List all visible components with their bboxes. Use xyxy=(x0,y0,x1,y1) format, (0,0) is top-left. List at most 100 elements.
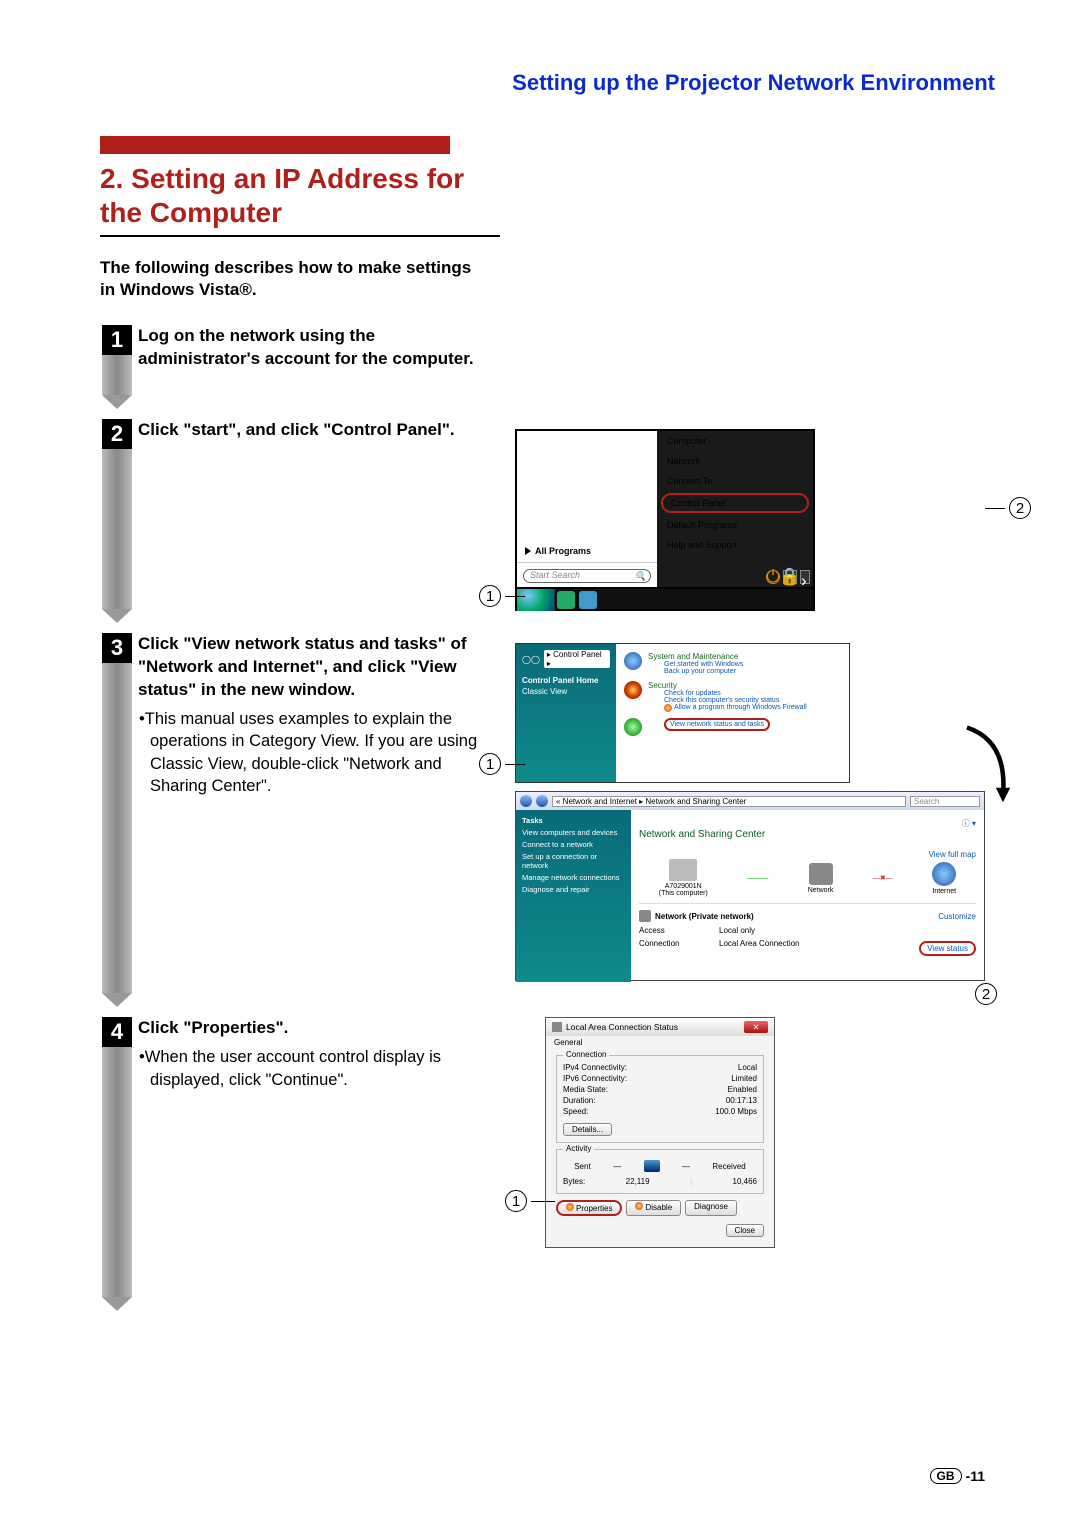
lan-speed-value: 100.0 Mbps xyxy=(715,1107,757,1116)
step-number: 3 xyxy=(102,633,132,663)
section-accent-bar xyxy=(100,136,450,154)
cp-category-system[interactable]: System and Maintenance xyxy=(648,652,743,661)
activity-icon xyxy=(644,1160,660,1172)
step-number: 4 xyxy=(102,1017,132,1047)
nsc-node-network: Network xyxy=(808,887,834,894)
page-number: -11 xyxy=(966,1468,985,1484)
lan-window-title: Local Area Connection Status xyxy=(566,1022,678,1032)
shield-mini-icon xyxy=(566,1203,574,1211)
close-icon[interactable]: ✕ xyxy=(744,1021,768,1033)
lock-icon[interactable]: 🔒 xyxy=(783,570,797,584)
intro-text: The following describes how to make sett… xyxy=(100,257,480,301)
section-number: 2. xyxy=(100,163,123,194)
address-bar[interactable]: « Network and Internet ▸ Network and Sha… xyxy=(552,796,906,807)
callout-1: 1 xyxy=(505,1190,527,1212)
step-badge-2: 2 xyxy=(100,419,134,623)
lan-tab-general[interactable]: General xyxy=(546,1036,774,1049)
start-search-input[interactable]: Start Search🔍 xyxy=(523,569,651,583)
computer-icon xyxy=(669,859,697,881)
startmenu-item-help[interactable]: Help and Support xyxy=(657,535,813,555)
system-icon xyxy=(624,652,642,670)
security-shield-icon xyxy=(624,681,642,699)
lan-close-button[interactable]: Close xyxy=(726,1224,764,1237)
all-programs-label[interactable]: All Programs xyxy=(535,546,591,556)
lan-sent-label: Sent xyxy=(574,1162,590,1171)
step-number: 1 xyxy=(102,325,132,355)
nsc-title: Network and Sharing Center xyxy=(639,829,976,840)
step-4-text: Click "Properties". xyxy=(138,1017,500,1040)
lan-ipv6-value: Limited xyxy=(731,1074,757,1083)
control-panel-screenshot: ◯◯ ▸ Control Panel ▸ Control Panel Home … xyxy=(515,643,995,783)
lan-duration-value: 00:17:13 xyxy=(726,1096,757,1105)
step-2-text: Click "start", and click "Control Panel"… xyxy=(138,419,500,442)
nsc-task[interactable]: View computers and devices xyxy=(522,828,625,837)
startmenu-item-network[interactable]: Network xyxy=(657,451,813,471)
cp-view-network-status[interactable]: View network status and tasks xyxy=(664,718,770,731)
lan-diagnose-button[interactable]: Diagnose xyxy=(685,1200,737,1216)
chevron-right-icon[interactable]: › xyxy=(800,570,810,584)
nsc-customize[interactable]: Customize xyxy=(938,912,976,921)
step-4-note: •When the user account control display i… xyxy=(138,1046,500,1091)
nsc-access-value: Local only xyxy=(719,926,976,935)
callout-1: 1 xyxy=(479,753,501,775)
nsc-view-full-map[interactable]: View full map xyxy=(639,850,976,859)
nav-forward-icon[interactable] xyxy=(536,795,548,807)
lan-properties-button[interactable]: Properties xyxy=(556,1200,622,1216)
start-menu-screenshot: All Programs Start Search🔍 Computer Netw… xyxy=(515,429,995,611)
startmenu-item-default-programs[interactable]: Default Programs xyxy=(657,515,813,535)
lan-details-button[interactable]: Details... xyxy=(563,1123,612,1136)
search-input[interactable]: Search xyxy=(910,796,980,807)
globe-icon xyxy=(932,862,956,886)
nsc-task[interactable]: Set up a connection or network xyxy=(522,852,625,870)
network-device-icon xyxy=(809,863,833,885)
startmenu-item-connect-to[interactable]: Connect To xyxy=(657,471,813,491)
lan-bytes-recv: 10,466 xyxy=(733,1177,757,1186)
nsc-task[interactable]: Manage network connections xyxy=(522,873,625,882)
lan-ipv6-label: IPv6 Connectivity: xyxy=(563,1074,627,1083)
nsc-task[interactable]: Connect to a network xyxy=(522,840,625,849)
taskbar-icon[interactable] xyxy=(579,591,597,609)
lan-status-screenshot: Local Area Connection Status ✕ General C… xyxy=(545,1017,995,1248)
step-badge-1: 1 xyxy=(100,325,134,409)
network-icon xyxy=(624,718,642,736)
triangle-icon xyxy=(525,547,531,555)
search-icon: 🔍 xyxy=(635,571,646,582)
nav-back-icon[interactable] xyxy=(520,795,532,807)
nsc-network-label: Network (Private network) xyxy=(655,912,754,921)
cp-link[interactable]: Get started with Windows xyxy=(664,661,743,668)
nsc-help-icon[interactable]: ⓘ ▾ xyxy=(639,818,976,829)
nsc-view-status-button[interactable]: View status xyxy=(919,941,976,956)
taskbar-icon[interactable] xyxy=(557,591,575,609)
callout-1: 1 xyxy=(479,585,501,607)
power-icon[interactable]: ⏻ xyxy=(766,570,780,584)
cp-link[interactable]: Check for updates xyxy=(664,690,807,697)
network-sharing-center-screenshot: « Network and Internet ▸ Network and Sha… xyxy=(515,791,985,981)
startmenu-item-control-panel[interactable]: Control Panel xyxy=(661,493,809,513)
lan-duration-label: Duration: xyxy=(563,1096,595,1105)
nsc-task[interactable]: Diagnose and repair xyxy=(522,885,625,894)
lan-received-label: Received xyxy=(712,1162,745,1171)
window-icon xyxy=(552,1022,562,1032)
callout-2: 2 xyxy=(975,983,997,1005)
cp-category-security[interactable]: Security xyxy=(648,681,807,690)
network-small-icon xyxy=(639,910,651,922)
nsc-access-label: Access xyxy=(639,926,719,935)
lan-ipv4-label: IPv4 Connectivity: xyxy=(563,1063,627,1072)
cp-link[interactable]: Allow a program through Windows Firewall xyxy=(664,704,807,712)
lan-ipv4-value: Local xyxy=(738,1063,757,1072)
lan-media-value: Enabled xyxy=(728,1085,757,1094)
cp-link[interactable]: Back up your computer xyxy=(664,668,743,675)
lan-disable-button[interactable]: Disable xyxy=(626,1200,681,1216)
cp-sidebar-classic[interactable]: Classic View xyxy=(522,687,610,696)
shield-mini-icon xyxy=(635,1202,643,1210)
cp-link[interactable]: Check this computer's security status xyxy=(664,697,807,704)
step-badge-3: 3 xyxy=(100,633,134,1007)
lan-bytes-label: Bytes: xyxy=(563,1177,585,1186)
cp-sidebar-home[interactable]: Control Panel Home xyxy=(522,676,610,685)
step-badge-4: 4 xyxy=(100,1017,134,1311)
lan-speed-label: Speed: xyxy=(563,1107,588,1116)
shield-mini-icon xyxy=(664,704,672,712)
nsc-node-internet: Internet xyxy=(932,888,956,895)
section-title-text: Setting an IP Address for the Computer xyxy=(100,163,464,228)
startmenu-item-computer[interactable]: Computer xyxy=(657,431,813,451)
